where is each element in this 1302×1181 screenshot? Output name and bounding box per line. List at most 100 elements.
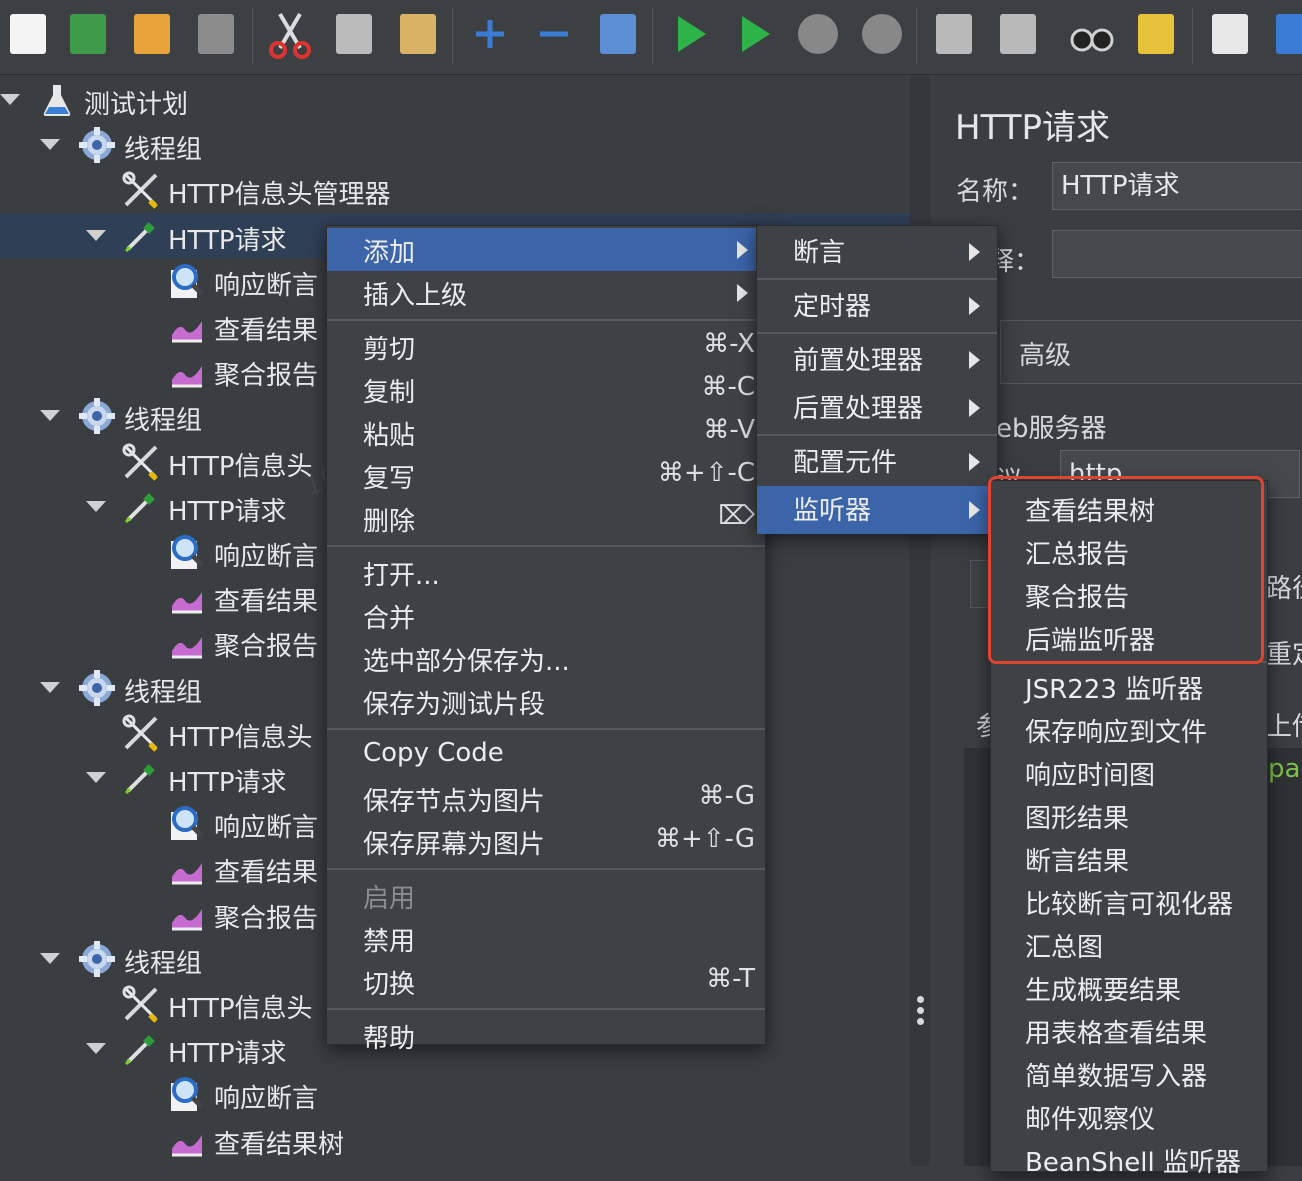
cut-icon[interactable] (266, 8, 314, 60)
files-upload-tab-label[interactable]: 上传 (1266, 706, 1302, 743)
tree-expander-icon[interactable] (86, 500, 106, 512)
add-submenu-item[interactable]: 监听器 (757, 486, 997, 534)
tree-expander-icon[interactable] (86, 1043, 106, 1055)
panel-title: HTTP请求 (955, 108, 1111, 148)
tree-expander-icon[interactable] (40, 410, 60, 422)
tree-node[interactable]: HTTP信息头管理器 (0, 167, 910, 212)
menu-item-label: 保存屏幕为图片 (363, 830, 546, 860)
context-menu-item[interactable]: 删除 ⌦ (327, 497, 765, 540)
menu-item-label: 删除 (363, 507, 416, 537)
menu-shortcut: ⌘-V (703, 415, 755, 445)
shutdown-icon[interactable] (858, 8, 906, 60)
submenu-arrow-icon (737, 283, 748, 302)
tree-expander-icon[interactable] (0, 94, 20, 105)
tree-expander-icon[interactable] (40, 681, 60, 693)
advanced-tab[interactable]: 高级 (1000, 320, 1302, 384)
add-submenu-item[interactable]: 前置处理器 (757, 336, 997, 384)
menu-shortcut: ⌦ (718, 501, 755, 531)
listener-submenu-item[interactable]: 汇总图 (991, 923, 1267, 966)
submenu-arrow-icon (969, 501, 980, 519)
listener-submenu-item[interactable]: BeanShell 监听器 (991, 1138, 1267, 1181)
listener-submenu-item[interactable]: 比较断言可视化器 (991, 880, 1267, 923)
context-menu-item[interactable]: 插入上级 (327, 271, 765, 314)
listener-submenu-item[interactable]: JSR223 监听器 (991, 665, 1267, 708)
open-folder-icon[interactable] (128, 8, 176, 60)
start-icon[interactable] (666, 8, 714, 60)
tree-expander-icon[interactable] (86, 229, 106, 241)
listener-submenu-item[interactable]: 邮件观察仪 (991, 1095, 1267, 1138)
submenu-arrow-icon (737, 240, 748, 259)
chart-icon (168, 623, 206, 661)
context-menu-item[interactable]: 启用 (327, 874, 765, 917)
help-icon[interactable] (1270, 8, 1302, 60)
tree-node-label: 响应断言 (214, 270, 319, 301)
tree-expander-icon[interactable] (40, 952, 60, 964)
context-menu-item[interactable]: 保存为测试片段 (327, 680, 765, 723)
add-submenu-item[interactable]: 后置处理器 (757, 384, 997, 432)
save-icon[interactable] (192, 8, 240, 60)
context-menu-item[interactable]: Copy Code (327, 734, 765, 777)
tree-expander-icon[interactable] (40, 139, 60, 151)
tree-node-label: 聚合报告 (214, 903, 319, 934)
stop-icon[interactable] (794, 8, 842, 60)
context-menu-item[interactable]: 选中部分保存为... (327, 637, 765, 680)
search-binoculars-icon[interactable] (1068, 8, 1116, 60)
menu-item-label: Copy Code (363, 738, 504, 768)
add-submenu-item[interactable]: 定时器 (757, 282, 997, 330)
context-menu-item[interactable]: 保存屏幕为图片 ⌘+⇧-G (327, 820, 765, 863)
copy-icon[interactable] (330, 8, 378, 60)
function-helper-icon[interactable] (1206, 8, 1254, 60)
splitter-grip-icon[interactable] (917, 996, 925, 1026)
listener-submenu-item[interactable]: 用表格查看结果 (991, 1009, 1267, 1052)
listener-submenu-item[interactable]: 图形结果 (991, 794, 1267, 837)
comment-input[interactable] (1052, 230, 1302, 278)
tree-node[interactable]: 线程组 (0, 122, 910, 167)
new-file-icon[interactable] (4, 8, 52, 60)
tree-node-label: 线程组 (124, 948, 203, 979)
context-menu-item[interactable]: 粘贴 ⌘-V (327, 411, 765, 454)
wrench-tools-icon (122, 171, 160, 210)
wrench-tools-icon (122, 443, 160, 481)
listener-submenu-item[interactable]: 保存响应到文件 (991, 708, 1267, 751)
menu-item-label: 后置处理器 (793, 394, 924, 424)
tree-node-label: 线程组 (124, 677, 203, 708)
expand-plus-icon[interactable] (466, 8, 514, 60)
collapse-minus-icon[interactable] (530, 8, 578, 60)
templates-icon[interactable] (64, 8, 112, 60)
tree-node-label: HTTP信息头管理器 (168, 180, 391, 211)
magnifier-icon (168, 1075, 206, 1113)
context-menu-item[interactable]: 切换 ⌘-T (327, 960, 765, 1003)
context-menu-item[interactable]: 保存节点为图片 ⌘-G (327, 777, 765, 820)
context-menu-item[interactable]: 添加 (327, 228, 765, 271)
listener-submenu-item[interactable]: 响应时间图 (991, 751, 1267, 794)
tree-expander-icon[interactable] (86, 772, 106, 783)
context-menu-item[interactable]: 复制 ⌘-C (327, 368, 765, 411)
context-menu-item[interactable]: 合并 (327, 594, 765, 637)
tree-node-label: HTTP信息头 (168, 722, 313, 753)
listener-submenu-item[interactable]: 简单数据写入器 (991, 1052, 1267, 1095)
toggle-icon[interactable] (594, 8, 642, 60)
listener-submenu-item[interactable]: 断言结果 (991, 837, 1267, 880)
listener-submenu-item[interactable]: 生成概要结果 (991, 966, 1267, 1009)
tree-node[interactable]: 查看结果树 (0, 1117, 910, 1162)
clear-all-icon[interactable] (994, 8, 1042, 60)
tree-node[interactable]: 测试计划 (0, 77, 910, 122)
add-submenu-item[interactable]: 断言 (757, 228, 997, 276)
add-submenu-item[interactable]: 配置元件 (757, 438, 997, 486)
tree-node[interactable]: 响应断言 (0, 1071, 910, 1116)
context-menu-item[interactable]: 复写 ⌘+⇧-C (327, 454, 765, 497)
context-menu-item[interactable]: 打开... (327, 551, 765, 594)
start-no-pause-icon[interactable] (730, 8, 778, 60)
menu-item-label: 断言结果 (1025, 847, 1130, 877)
paste-icon[interactable] (394, 8, 442, 60)
context-menu-item[interactable]: 禁用 (327, 917, 765, 960)
clear-icon[interactable] (930, 8, 978, 60)
context-menu-item[interactable]: 帮助 (327, 1014, 765, 1057)
reset-broom-icon[interactable] (1132, 8, 1180, 60)
pipette-icon (122, 759, 160, 797)
context-menu-item[interactable]: 剪切 ⌘-X (327, 325, 765, 368)
tree-node-label: 查看结果 (214, 858, 319, 889)
menu-item-label: 打开... (363, 561, 440, 591)
menu-shortcut: ⌘+⇧-C (657, 458, 755, 488)
name-input[interactable]: HTTP请求 (1052, 162, 1302, 210)
